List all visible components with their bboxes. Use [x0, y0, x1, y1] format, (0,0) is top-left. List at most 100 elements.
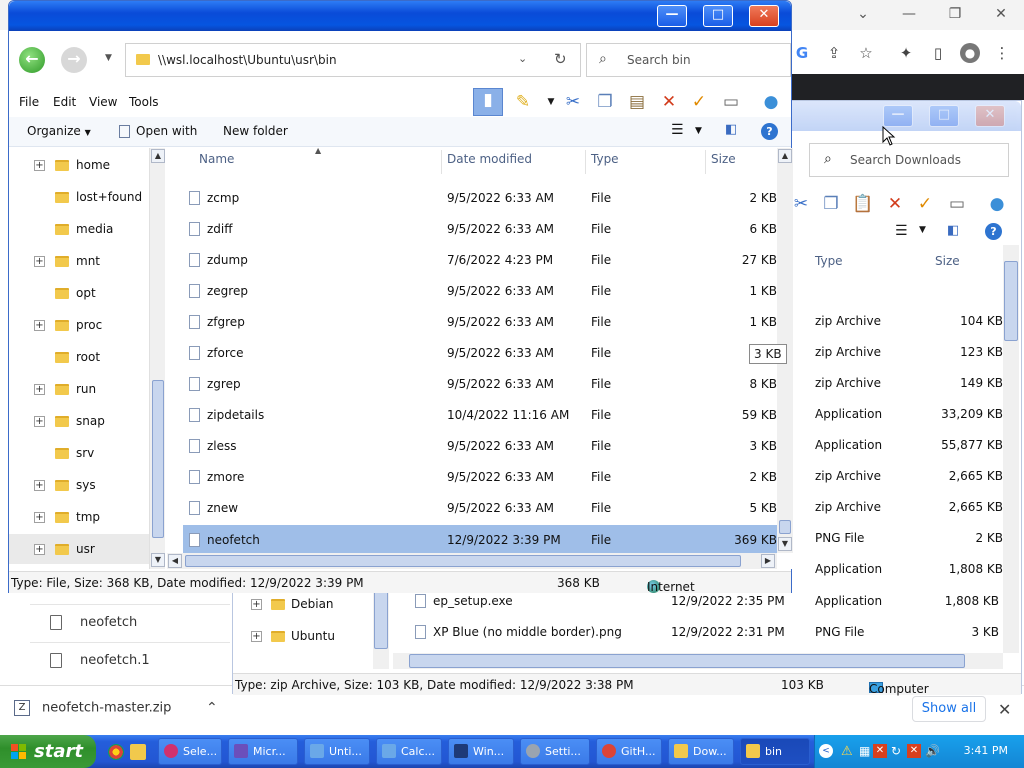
taskbar-item[interactable]: Sele...: [158, 738, 222, 765]
download-item[interactable]: Zneofetch-master.zip: [14, 700, 234, 722]
views-icon[interactable]: ☰: [671, 122, 684, 138]
column-divider[interactable]: [705, 150, 706, 174]
table-row[interactable]: PNG File 2 KB: [803, 523, 1003, 553]
tree-item-ubuntu[interactable]: + Ubuntu: [233, 621, 378, 653]
preview-pane-icon[interactable]: ◧: [725, 122, 737, 137]
properties-icon[interactable]: ▭: [945, 193, 969, 215]
error-icon[interactable]: ✕: [907, 744, 921, 758]
close-download-bar-icon[interactable]: ✕: [998, 700, 1011, 719]
menu-edit[interactable]: Edit: [53, 95, 76, 109]
expand-icon[interactable]: +: [34, 256, 45, 267]
expand-icon[interactable]: +: [34, 320, 45, 331]
nav-scrollbar[interactable]: [373, 589, 389, 669]
table-row[interactable]: zipdetails 10/4/2022 11:16 AM File 59 KB: [183, 400, 777, 430]
scroll-thumb[interactable]: [374, 589, 388, 649]
warning-icon[interactable]: ⚠: [841, 744, 853, 759]
taskbar-item[interactable]: Calc...: [376, 738, 442, 765]
expand-icon[interactable]: +: [34, 160, 45, 171]
explorer-icon[interactable]: [130, 744, 146, 760]
titlebar[interactable]: — □ ✕: [9, 1, 791, 31]
list-item[interactable]: neofetch: [30, 604, 230, 640]
table-row[interactable]: zless 9/5/2022 6:33 AM File 3 KB: [183, 431, 777, 461]
nav-scrollbar[interactable]: ▲ ▼: [149, 148, 165, 569]
scroll-right-arrow[interactable]: ▶: [761, 554, 775, 568]
copy-icon[interactable]: ❐: [819, 193, 843, 215]
tree-item-root[interactable]: root: [9, 342, 154, 374]
star-icon[interactable]: ☆: [856, 43, 876, 63]
sidepanel-icon[interactable]: ▯: [928, 43, 948, 63]
scroll-thumb[interactable]: [185, 555, 741, 567]
error-icon[interactable]: ✕: [873, 744, 887, 758]
column-header-size[interactable]: Size: [935, 254, 960, 268]
chevron-down-icon[interactable]: ▼: [539, 91, 563, 113]
search-input[interactable]: ⌕ Search bin: [586, 43, 791, 77]
chevron-down-icon[interactable]: ▼: [919, 225, 926, 235]
globe-icon[interactable]: ●: [759, 91, 783, 113]
checkmark-icon[interactable]: ✓: [687, 91, 711, 113]
profile-icon[interactable]: ●: [960, 43, 980, 63]
expand-icon[interactable]: +: [251, 599, 262, 610]
share-icon[interactable]: ⇪: [824, 43, 844, 63]
forward-button[interactable]: →: [61, 47, 87, 73]
clock[interactable]: 3:41 PM: [964, 744, 1008, 757]
close-icon[interactable]: ✕: [990, 6, 1012, 24]
tree-item-debian[interactable]: + Debian: [233, 589, 378, 621]
network-icon[interactable]: ▦: [859, 744, 870, 758]
tree-item-tmp[interactable]: + tmp: [9, 502, 154, 534]
menu-tools[interactable]: Tools: [129, 95, 159, 109]
maximize-button[interactable]: □: [703, 5, 733, 27]
table-row-selected[interactable]: neofetch 12/9/2022 3:39 PM File 369 KB: [183, 525, 777, 555]
help-icon[interactable]: ?: [761, 123, 778, 140]
delete-icon[interactable]: ✕: [883, 193, 907, 215]
views-icon[interactable]: ☰: [895, 223, 908, 239]
back-button[interactable]: ←: [19, 47, 45, 73]
open-with-button[interactable]: Open with: [119, 124, 197, 138]
scroll-thumb[interactable]: [779, 520, 791, 534]
table-row[interactable]: zip Archive 149 KB: [803, 368, 1003, 398]
menu-file[interactable]: File: [19, 95, 39, 109]
close-button[interactable]: ✕: [975, 105, 1005, 127]
taskbar-item[interactable]: Dow...: [668, 738, 734, 765]
maximize-button[interactable]: □: [929, 105, 959, 127]
volume-icon[interactable]: 🔊: [925, 744, 940, 758]
table-row[interactable]: zip Archive 2,665 KB: [803, 461, 1003, 491]
expand-icon[interactable]: +: [34, 512, 45, 523]
table-row[interactable]: zforce 9/5/2022 6:33 AM File: [183, 338, 777, 368]
search-input[interactable]: ⌕ Search Downloads: [809, 143, 1009, 177]
taskbar-item[interactable]: Micr...: [228, 738, 298, 765]
scroll-down-arrow[interactable]: ▼: [778, 537, 792, 551]
table-row[interactable]: Application 55,877 KB: [803, 430, 1003, 460]
sync-icon[interactable]: ↻: [891, 744, 901, 758]
folder-options-icon[interactable]: ✎: [511, 91, 535, 113]
chevron-up-icon[interactable]: ⌃: [206, 700, 218, 716]
list-item[interactable]: neofetch.1: [30, 642, 230, 678]
chevron-down-icon[interactable]: ▼: [695, 126, 702, 136]
extensions-icon[interactable]: ✦: [896, 43, 916, 63]
minimize-button[interactable]: —: [883, 105, 913, 127]
tree-item-opt[interactable]: opt: [9, 278, 154, 310]
help-icon[interactable]: ?: [985, 223, 1002, 240]
minimize-icon[interactable]: —: [898, 6, 920, 24]
expand-icon[interactable]: +: [251, 631, 262, 642]
chevron-down-icon[interactable]: ⌄: [852, 6, 874, 24]
checkmark-icon[interactable]: ✓: [913, 193, 937, 215]
folders-icon[interactable]: ▮: [473, 88, 503, 116]
column-divider[interactable]: [585, 150, 586, 174]
table-row[interactable]: XP Blue (no middle border).png 12/9/2022…: [409, 617, 999, 647]
refresh-icon[interactable]: ↻: [554, 50, 567, 68]
start-button[interactable]: start: [0, 735, 96, 768]
tree-item-mnt[interactable]: + mnt: [9, 246, 154, 278]
table-row[interactable]: zdiff 9/5/2022 6:33 AM File 6 KB: [183, 214, 777, 244]
table-row[interactable]: zdump 7/6/2022 4:23 PM File 27 KB: [183, 245, 777, 275]
table-row[interactable]: zegrep 9/5/2022 6:33 AM File 1 KB: [183, 276, 777, 306]
chevron-left-icon[interactable]: <: [819, 744, 833, 758]
expand-icon[interactable]: +: [34, 480, 45, 491]
google-icon[interactable]: G: [792, 43, 812, 63]
paste-icon[interactable]: 📋: [851, 193, 875, 215]
preview-pane-icon[interactable]: ◧: [947, 223, 959, 238]
scroll-up-arrow[interactable]: ▲: [151, 149, 165, 163]
tree-item-lost-found[interactable]: lost+found: [9, 182, 154, 214]
restore-icon[interactable]: ❐: [944, 6, 966, 24]
chevron-down-icon[interactable]: ⌄: [518, 52, 527, 65]
address-field[interactable]: \\wsl.localhost\Ubuntu\usr\bin ⌄ ↻: [125, 43, 581, 77]
